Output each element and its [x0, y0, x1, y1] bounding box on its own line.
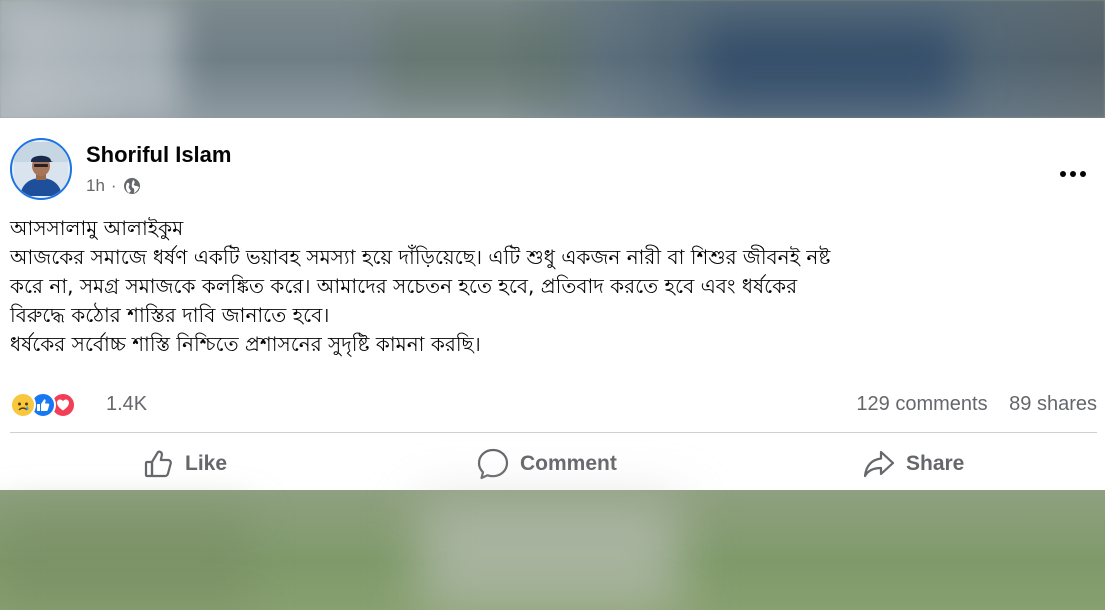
more-options-icon[interactable] [1055, 164, 1091, 184]
like-label: Like [185, 452, 228, 475]
reaction-count[interactable]: 1.4K [106, 393, 147, 416]
share-icon [863, 450, 895, 478]
engagement-counts: 129 comments 89 shares [856, 393, 1097, 416]
comment-count[interactable]: 129 comments [856, 393, 987, 415]
share-button[interactable]: Share [862, 444, 964, 484]
author-name[interactable]: Shoriful Islam [86, 142, 231, 168]
post-card: Shoriful Islam 1h · আসসালামু আলাইকুম আজক… [0, 118, 1105, 490]
post-stats: 1.4K 129 comments 89 shares [10, 390, 1097, 420]
post-text-line: ধর্ষকের সর্বোচ্চ শাস্তি নিশ্চিতে প্রশাসন… [10, 332, 481, 356]
divider [10, 432, 1097, 433]
post-body: আসসালামু আলাইকুম আজকের সমাজে ধর্ষণ একটি … [10, 214, 1090, 359]
background-photo-bottom [0, 490, 1105, 610]
background-photo-top [0, 0, 1105, 118]
post-actions: Like Comment Share [0, 444, 1105, 484]
post-time[interactable]: 1h [86, 176, 105, 196]
post-text-line: বিরুদ্ধে কঠোর শাস্তির দাবি জানাতে হবে। [10, 303, 330, 327]
comment-button[interactable]: Comment [476, 444, 617, 484]
thumbs-up-icon [144, 450, 172, 478]
post-text-line: আজকের সমাজে ধর্ষণ একটি ভয়াবহ সমস্যা হয়… [10, 245, 831, 269]
comment-icon [477, 448, 509, 480]
sad-icon [10, 392, 36, 418]
post-text-line: করে না, সমগ্র সমাজকে কলঙ্কিত করে। আমাদের… [10, 274, 798, 298]
post-meta: 1h · [86, 176, 141, 196]
meta-separator: · [110, 176, 117, 195]
post-text-line: আসসালামু আলাইকুম [10, 216, 184, 240]
share-label: Share [906, 452, 965, 475]
share-count[interactable]: 89 shares [1009, 393, 1097, 415]
like-button[interactable]: Like [143, 444, 227, 484]
avatar-photo [14, 142, 68, 196]
avatar[interactable] [10, 138, 72, 200]
globe-icon[interactable] [123, 177, 141, 195]
comment-label: Comment [520, 452, 617, 475]
post-header: Shoriful Islam 1h · [10, 138, 1095, 200]
